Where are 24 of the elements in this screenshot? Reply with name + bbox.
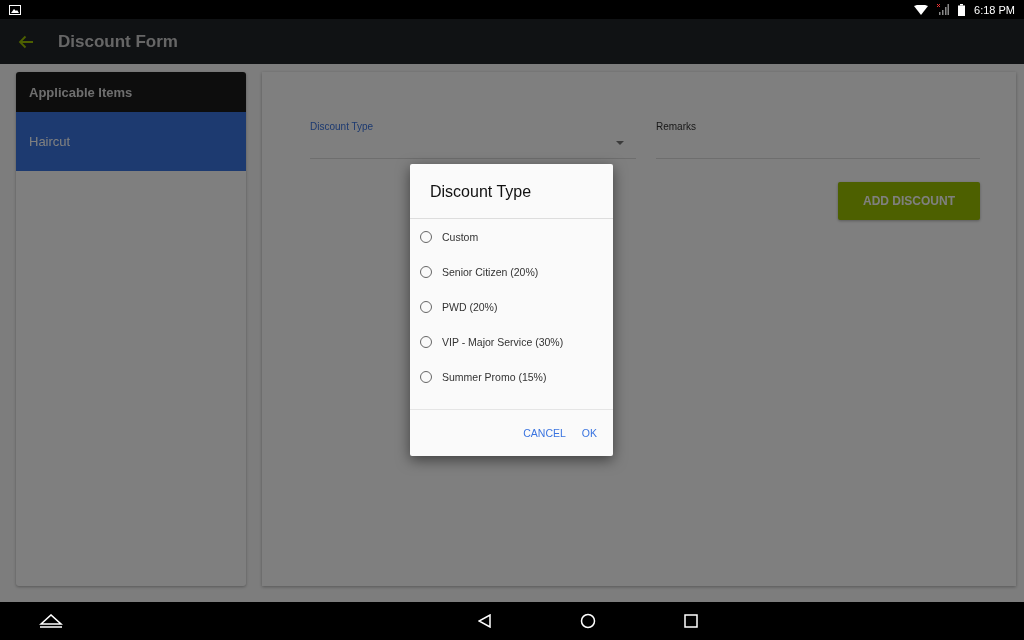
home-icon[interactable] xyxy=(579,613,596,629)
caret-up-icon[interactable] xyxy=(39,614,63,628)
back-arrow-icon[interactable] xyxy=(18,34,34,49)
discount-type-dropdown[interactable]: Discount Type xyxy=(310,118,636,159)
radio-option[interactable]: PWD (20%) xyxy=(410,289,613,325)
radio-option[interactable]: Senior Citizen (20%) xyxy=(410,254,613,290)
dialog-title: Discount Type xyxy=(410,164,613,219)
wifi-icon xyxy=(914,4,929,15)
caret-icon xyxy=(616,141,624,145)
radio-option[interactable]: VIP - Major Service (30%) xyxy=(410,324,613,360)
radio-option[interactable]: Summer Promo (15%) xyxy=(410,359,613,395)
back-icon[interactable] xyxy=(477,614,492,628)
sidebar-item[interactable]: Haircut xyxy=(16,112,246,171)
image-icon xyxy=(9,4,21,15)
recents-icon[interactable] xyxy=(683,614,698,628)
signal-icon xyxy=(937,4,950,15)
battery-icon xyxy=(958,3,966,16)
remarks-field[interactable]: Remarks xyxy=(656,118,980,159)
clock-time: 6:18 PM xyxy=(974,3,1015,16)
dialog-button[interactable]: OK xyxy=(575,423,603,443)
radio-option[interactable]: Custom xyxy=(410,219,613,255)
sidebar-header: Applicable Items xyxy=(16,72,246,112)
screen-title: Discount Form xyxy=(58,31,178,52)
dialog-button[interactable]: CANCEL xyxy=(517,423,572,443)
